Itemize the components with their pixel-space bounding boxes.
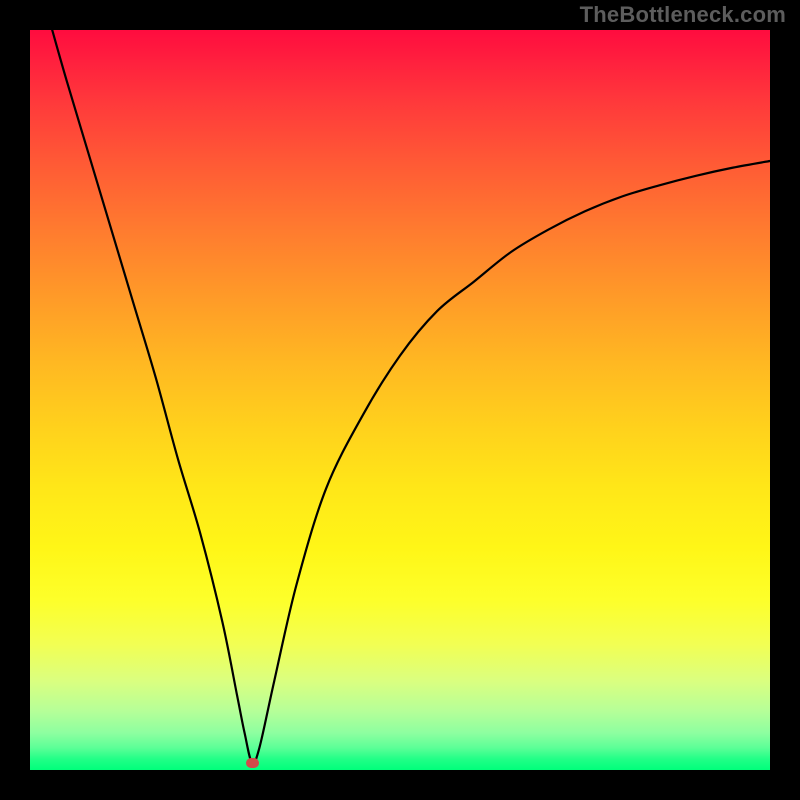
chart-container: TheBottleneck.com bbox=[0, 0, 800, 800]
plot-area bbox=[30, 30, 770, 770]
curve-svg bbox=[30, 30, 770, 770]
minimum-marker bbox=[246, 758, 259, 768]
bottleneck-curve-path bbox=[52, 30, 770, 763]
watermark-label: TheBottleneck.com bbox=[580, 2, 786, 28]
